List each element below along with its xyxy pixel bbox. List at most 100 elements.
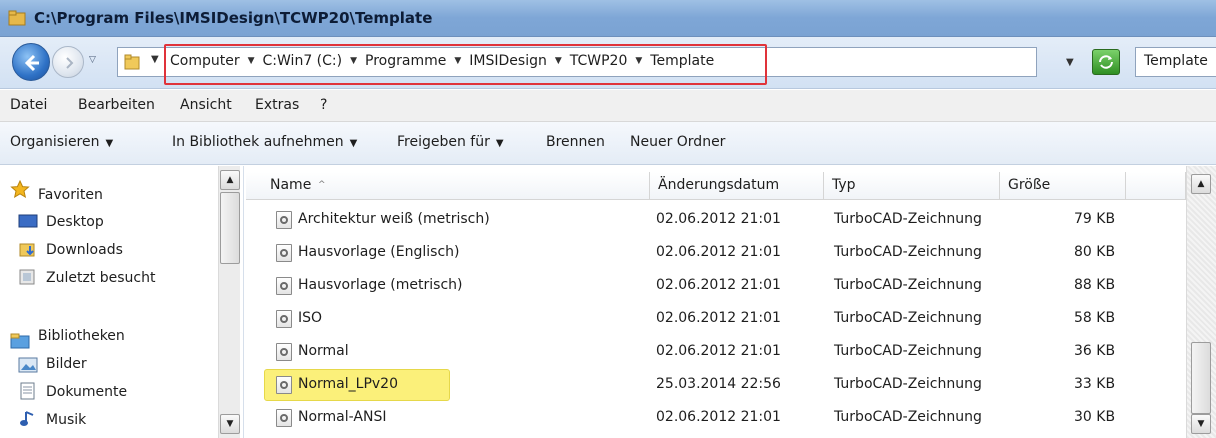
crumb-tcwp20[interactable]: TCWP20 <box>568 53 630 69</box>
pictures-icon <box>18 357 38 373</box>
share-button[interactable]: Freigeben für ▼ <box>397 134 504 150</box>
folder-icon <box>124 54 140 70</box>
column-header-name[interactable]: Name ^ <box>246 172 650 200</box>
table-row[interactable]: Hausvorlage (metrisch) 02.06.2012 21:01 … <box>246 270 1186 303</box>
recent-places-icon <box>19 269 35 285</box>
file-type: TurboCAD-Zeichnung <box>834 244 982 260</box>
nav-music[interactable]: Musik <box>46 412 86 428</box>
file-type: TurboCAD-Zeichnung <box>834 211 982 227</box>
menu-bearbeiten[interactable]: Bearbeiten <box>78 97 155 113</box>
folder-icon <box>8 10 26 26</box>
scroll-up-icon[interactable]: ▲ <box>220 170 240 190</box>
crumb-template[interactable]: Template <box>648 53 716 69</box>
nav-documents[interactable]: Dokumente <box>46 384 127 400</box>
arrow-left-icon <box>24 54 39 72</box>
scroll-thumb[interactable] <box>1191 342 1211 414</box>
address-dropdown-icon[interactable]: ▼ <box>1066 57 1074 68</box>
scroll-down-icon[interactable]: ▼ <box>1191 414 1211 434</box>
file-name: ISO <box>298 310 323 326</box>
burn-button[interactable]: Brennen <box>546 134 605 150</box>
navigation-pane: Favoriten Desktop Downloads Zuletzt besu… <box>0 166 244 438</box>
table-row[interactable]: Normal-ANSI 02.06.2012 21:01 TurboCAD-Ze… <box>246 402 1186 435</box>
turbocad-file-icon <box>276 211 292 229</box>
library-button[interactable]: In Bibliothek aufnehmen ▼ <box>172 134 357 150</box>
chevron-down-icon[interactable]: ▼ <box>350 56 357 66</box>
nav-pictures[interactable]: Bilder <box>46 356 87 372</box>
menu-bar: Datei Bearbeiten Ansicht Extras ? <box>0 90 1216 122</box>
chevron-down-icon[interactable]: ▼ <box>151 54 159 65</box>
column-header-size[interactable]: Größe <box>1000 172 1126 200</box>
share-label: Freigeben für <box>397 134 490 150</box>
arrow-right-icon <box>66 57 74 69</box>
turbocad-file-icon <box>276 310 292 328</box>
new-folder-button[interactable]: Neuer Ordner <box>630 134 725 150</box>
nav-desktop[interactable]: Desktop <box>46 214 104 230</box>
menu-extras[interactable]: Extras <box>255 97 299 113</box>
refresh-button[interactable] <box>1092 49 1120 75</box>
table-row-highlighted[interactable]: Normal_LPv20 25.03.2014 22:56 TurboCAD-Z… <box>246 369 1186 402</box>
chevron-down-icon: ▼ <box>105 138 114 149</box>
library-label: In Bibliothek aufnehmen <box>172 134 344 150</box>
file-date: 02.06.2012 21:01 <box>656 211 781 227</box>
nav-recent[interactable]: Zuletzt besucht <box>46 270 155 286</box>
file-size: 30 KB <box>1074 409 1116 425</box>
forward-button[interactable] <box>52 46 84 78</box>
file-name: Hausvorlage (Englisch) <box>298 244 460 260</box>
file-name: Normal <box>298 343 349 359</box>
scroll-down-icon[interactable]: ▼ <box>220 414 240 434</box>
file-size: 80 KB <box>1074 244 1116 260</box>
file-name: Normal_LPv20 <box>298 376 398 392</box>
table-row[interactable]: Normal 02.06.2012 21:01 TurboCAD-Zeichnu… <box>246 336 1186 369</box>
file-name: Normal-ANSI <box>298 409 387 425</box>
desktop-icon <box>18 214 38 228</box>
address-bar[interactable]: ▼ Computer ▼ C:Win7 (C:) ▼ Programme ▼ I… <box>117 47 1037 77</box>
nav-favorites[interactable]: Favoriten <box>38 187 103 203</box>
chevron-down-icon[interactable]: ▼ <box>555 56 562 66</box>
scroll-thumb[interactable] <box>220 192 240 264</box>
file-date: 02.06.2012 21:01 <box>656 409 781 425</box>
history-dropdown-icon[interactable]: ▽ <box>89 55 103 69</box>
column-header-type[interactable]: Typ <box>824 172 1000 200</box>
menu-ansicht[interactable]: Ansicht <box>180 97 232 113</box>
crumb-imsidesign[interactable]: IMSIDesign <box>467 53 549 69</box>
file-type: TurboCAD-Zeichnung <box>834 376 982 392</box>
command-bar: Organisieren ▼ In Bibliothek aufnehmen ▼ F… <box>0 122 1216 165</box>
turbocad-file-icon <box>276 376 292 394</box>
title-bar[interactable]: C:\Program Files\IMSIDesign\TCWP20\Templ… <box>0 0 1216 37</box>
organize-label: Organisieren <box>10 134 100 150</box>
file-date: 02.06.2012 21:01 <box>656 277 781 293</box>
file-date: 25.03.2014 22:56 <box>656 376 781 392</box>
chevron-down-icon[interactable]: ▼ <box>635 56 642 66</box>
table-row[interactable]: Hausvorlage (Englisch) 02.06.2012 21:01 … <box>246 237 1186 270</box>
downloads-icon <box>19 243 35 257</box>
crumb-drive[interactable]: C:Win7 (C:) <box>261 53 345 69</box>
menu-help[interactable]: ? <box>320 97 327 113</box>
file-list-scrollbar[interactable]: ▲ ▼ <box>1186 166 1216 438</box>
column-header-date[interactable]: Änderungsdatum <box>650 172 824 200</box>
star-icon <box>10 180 30 198</box>
organize-button[interactable]: Organisieren ▼ <box>10 134 113 150</box>
table-row[interactable]: ISO 02.06.2012 21:01 TurboCAD-Zeichnung … <box>246 303 1186 336</box>
menu-datei[interactable]: Datei <box>10 97 47 113</box>
chevron-down-icon[interactable]: ▼ <box>248 56 255 66</box>
file-type: TurboCAD-Zeichnung <box>834 277 982 293</box>
nav-downloads[interactable]: Downloads <box>46 242 123 258</box>
back-button[interactable] <box>12 43 50 81</box>
table-row[interactable]: Architektur weiß (metrisch) 02.06.2012 2… <box>246 204 1186 237</box>
music-icon <box>20 411 34 426</box>
refresh-icon <box>1099 55 1113 69</box>
column-header-empty <box>1126 172 1186 200</box>
column-name-label: Name <box>270 177 312 193</box>
nav-libraries[interactable]: Bibliotheken <box>38 328 125 344</box>
scroll-up-icon[interactable]: ▲ <box>1191 174 1211 194</box>
search-input[interactable]: Template <box>1135 47 1216 77</box>
sort-ascending-icon: ^ <box>318 180 326 190</box>
nav-scrollbar[interactable]: ▲ ▼ <box>218 166 240 438</box>
chevron-down-icon[interactable]: ▼ <box>454 56 461 66</box>
turbocad-file-icon <box>276 277 292 295</box>
crumb-programme[interactable]: Programme <box>363 53 448 69</box>
file-size: 88 KB <box>1074 277 1116 293</box>
column-date-label: Änderungsdatum <box>658 177 780 193</box>
crumb-computer[interactable]: Computer <box>168 53 242 69</box>
file-date: 02.06.2012 21:01 <box>656 310 781 326</box>
